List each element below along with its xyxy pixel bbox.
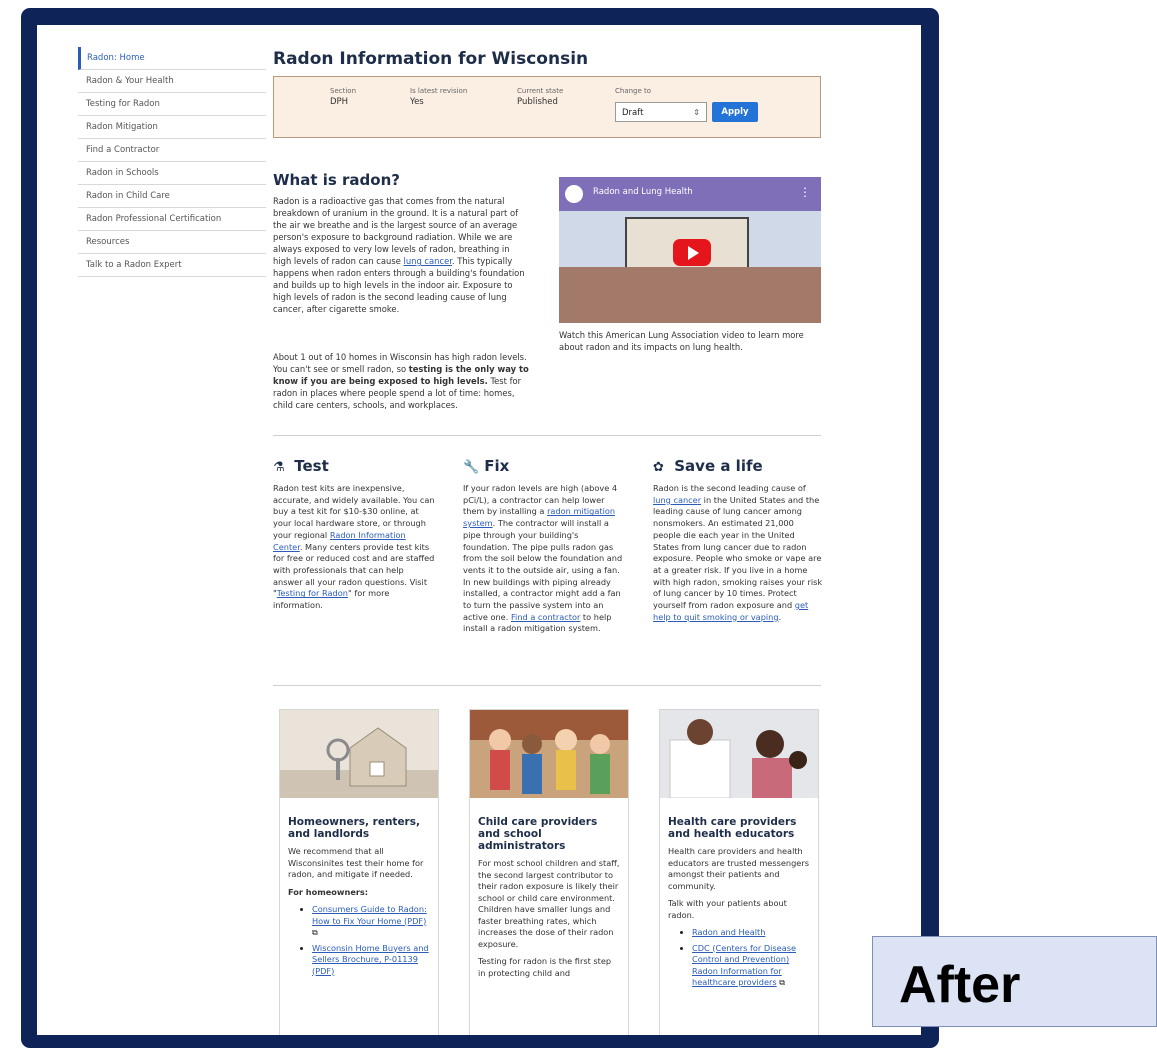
- sidebar-nav: Radon: Home Radon & Your Health Testing …: [78, 47, 266, 277]
- what-is-radon-heading: What is radon?: [273, 171, 400, 189]
- sidebar-item-radon-health[interactable]: Radon & Your Health: [78, 70, 266, 93]
- test-column: ⚗ Test Radon test kits are inexpensive, …: [273, 457, 435, 612]
- latest-revision-label: Is latest revision: [410, 87, 468, 95]
- current-state-value: Published: [517, 97, 558, 107]
- save-life-column: ✿ Save a life Radon is the second leadin…: [653, 457, 823, 623]
- find-contractor-link[interactable]: Find a contractor: [511, 612, 580, 622]
- play-button-icon[interactable]: [673, 239, 711, 266]
- latest-revision-value: Yes: [410, 97, 424, 107]
- apply-button[interactable]: Apply: [712, 102, 758, 122]
- homeowners-title: Homeowners, renters, and landlords: [288, 816, 420, 840]
- change-state-value: Draft: [622, 108, 644, 118]
- doctor-patient-image: [660, 710, 818, 799]
- section-field: Section DPH: [330, 87, 356, 107]
- health-care-title: Health care providers and health educato…: [668, 816, 797, 840]
- test-heading: ⚗ Test: [273, 457, 435, 479]
- sidebar-item-expert[interactable]: Talk to a Radon Expert: [78, 254, 266, 277]
- radon-and-health-link[interactable]: Radon and Health: [692, 927, 765, 937]
- test-heading-text: Test: [294, 457, 329, 475]
- section-value: DPH: [330, 97, 349, 107]
- lung-association-logo-icon: [565, 185, 583, 203]
- fix-heading: 🔧 Fix: [463, 457, 625, 479]
- current-state-label: Current state: [517, 87, 564, 95]
- for-homeowners-label: For homeowners:: [288, 886, 369, 897]
- section-label: Section: [330, 87, 357, 95]
- child-care-card: Child care providers and school administ…: [469, 709, 629, 1035]
- video-ground: [559, 267, 821, 323]
- lungs-icon: ✿: [653, 460, 664, 475]
- list-item: Radon and Health: [692, 927, 810, 939]
- save-life-heading-text: Save a life: [674, 457, 763, 475]
- divider-2: [273, 685, 821, 686]
- homeowners-card: Homeowners, renters, and landlords We re…: [279, 709, 439, 1035]
- health-care-text: Health care providers and health educato…: [668, 846, 809, 891]
- after-label-badge: After: [872, 936, 1157, 1027]
- save-text-3: .: [778, 611, 782, 622]
- list-item: Consumers Guide to Radon: How to Fix You…: [312, 904, 430, 939]
- fix-text: If your radon levels are high (above 4 p…: [463, 483, 625, 635]
- sidebar-item-radon-home[interactable]: Radon: Home: [78, 47, 266, 70]
- video-caption: Watch this American Lung Association vid…: [559, 330, 804, 352]
- save-text-2: in the United States and the leading cau…: [653, 494, 823, 611]
- health-care-link-list: Radon and Health CDC (Centers for Diseas…: [660, 927, 818, 989]
- intro-paragraph-2: About 1 out of 10 homes in Wisconsin has…: [273, 351, 535, 411]
- divider-1: [273, 435, 821, 436]
- video-menu-icon[interactable]: ⋮: [799, 185, 811, 199]
- sidebar-item-contractor[interactable]: Find a Contractor: [78, 139, 266, 162]
- home-buyers-brochure-link[interactable]: Wisconsin Home Buyers and Sellers Brochu…: [312, 943, 429, 976]
- list-item: Wisconsin Home Buyers and Sellers Brochu…: [312, 943, 430, 978]
- page-title: Radon Information for Wisconsin: [273, 49, 589, 69]
- sidebar-item-certification[interactable]: Radon Professional Certification: [78, 208, 266, 231]
- intro-paragraph-1: Radon is a radioactive gas that comes fr…: [273, 195, 525, 315]
- homeowners-text: We recommend that all Wisconsinites test…: [288, 846, 424, 879]
- testing-for-radon-link[interactable]: Testing for Radon: [277, 588, 348, 598]
- save-text-1: Radon is the second leading cause of: [653, 483, 806, 493]
- wrench-icon: 🔧: [463, 460, 480, 475]
- child-care-text-2: Testing for radon is the first step in p…: [478, 956, 612, 978]
- lung-cancer-link-2[interactable]: lung cancer: [653, 495, 701, 505]
- child-care-title: Child care providers and school administ…: [478, 816, 598, 852]
- test-tube-icon: ⚗: [273, 460, 285, 475]
- sidebar-item-child-care[interactable]: Radon in Child Care: [78, 185, 266, 208]
- children-classroom-image: [470, 710, 628, 798]
- list-item: CDC (Centers for Disease Control and Pre…: [692, 943, 810, 989]
- health-care-card: Health care providers and health educato…: [659, 709, 819, 1035]
- child-care-text: For most school children and staff, the …: [478, 858, 620, 949]
- external-link-icon: ⧉: [779, 977, 786, 987]
- after-label: After: [899, 956, 1021, 1014]
- fix-text-2: . The contractor will install a pipe thr…: [463, 518, 623, 622]
- consumers-guide-link[interactable]: Consumers Guide to Radon: How to Fix You…: [312, 904, 427, 926]
- change-to-label: Change to: [615, 87, 652, 95]
- sidebar-item-resources[interactable]: Resources: [78, 231, 266, 254]
- fix-heading-text: Fix: [484, 457, 510, 475]
- video-player[interactable]: Radon and Lung Health ⋮: [559, 177, 821, 323]
- select-updown-icon: ⇕: [693, 108, 700, 117]
- moderation-status-box: Section DPH Is latest revision Yes Curre…: [273, 76, 821, 138]
- house-keys-image: [280, 710, 438, 798]
- main-content: Radon Information for Wisconsin Section …: [273, 47, 823, 1035]
- sidebar-item-schools[interactable]: Radon in Schools: [78, 162, 266, 185]
- fix-column: 🔧 Fix If your radon levels are high (abo…: [463, 457, 625, 635]
- latest-revision-field: Is latest revision Yes: [410, 87, 467, 107]
- lung-cancer-link[interactable]: lung cancer: [404, 256, 452, 266]
- homeowners-subheading: For homeowners:: [280, 881, 438, 899]
- video-title: Radon and Lung Health: [593, 187, 693, 197]
- external-link-icon: ⧉: [312, 927, 318, 937]
- health-care-text-2: Talk with your patients about radon.: [668, 898, 787, 920]
- test-text: Radon test kits are inexpensive, accurat…: [273, 483, 435, 612]
- save-life-text: Radon is the second leading cause of lun…: [653, 483, 823, 623]
- save-life-heading: ✿ Save a life: [653, 457, 823, 479]
- content-page: Radon: Home Radon & Your Health Testing …: [37, 25, 921, 1035]
- sidebar-item-mitigation[interactable]: Radon Mitigation: [78, 116, 266, 139]
- change-state-select[interactable]: Draft ⇕: [615, 102, 707, 122]
- homeowners-link-list: Consumers Guide to Radon: How to Fix You…: [280, 904, 438, 977]
- current-state-field: Current state Published: [517, 87, 563, 107]
- sidebar-item-testing[interactable]: Testing for Radon: [78, 93, 266, 116]
